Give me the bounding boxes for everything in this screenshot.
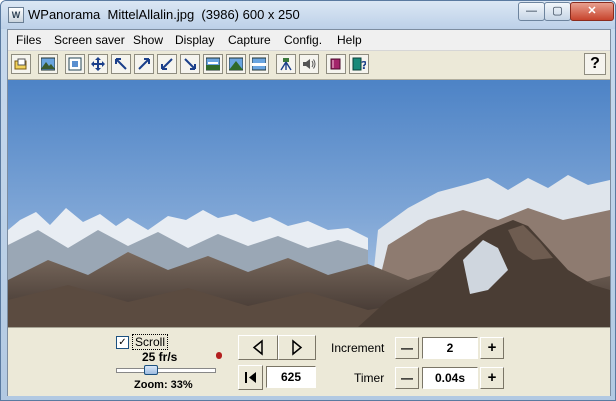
client-area: Files Screen saver Show Display Capture … xyxy=(7,29,611,396)
menu-screen-saver[interactable]: Screen saver xyxy=(54,33,125,47)
menu-show[interactable]: Show xyxy=(133,33,163,47)
menu-bar: Files Screen saver Show Display Capture … xyxy=(8,30,610,51)
help-book-button[interactable]: ? xyxy=(349,54,369,74)
scroll-right-button[interactable] xyxy=(278,335,316,360)
help-book-icon: ? xyxy=(352,57,366,71)
speaker-button[interactable] xyxy=(299,54,319,74)
open-file-button[interactable] xyxy=(11,54,31,74)
application-window: W WPanorama MittelAllalin.jpg (3986) 600… xyxy=(0,0,616,401)
panorama-view-1-icon xyxy=(206,57,220,71)
speaker-icon xyxy=(303,59,316,69)
increment-decrease-button[interactable]: — xyxy=(395,337,419,359)
panorama-image[interactable] xyxy=(8,80,610,327)
title-bar[interactable]: W WPanorama MittelAllalin.jpg (3986) 600… xyxy=(1,1,615,29)
timer-increase-button[interactable]: + xyxy=(480,367,504,389)
picture-button[interactable] xyxy=(38,54,58,74)
help-button[interactable]: ? xyxy=(584,53,606,75)
timer-decrease-button[interactable]: — xyxy=(395,367,419,389)
minimize-icon: — xyxy=(526,5,537,17)
expand-topright-button[interactable] xyxy=(134,54,154,74)
minus-icon: — xyxy=(401,371,413,385)
expand-topright-icon xyxy=(138,58,150,70)
expand-bottomright-button[interactable] xyxy=(180,54,200,74)
check-icon: ✓ xyxy=(118,337,127,348)
zoom-slider-thumb[interactable] xyxy=(144,365,159,375)
maximize-button[interactable]: ▢ xyxy=(544,2,571,21)
panorama-view-2-button[interactable] xyxy=(226,54,246,74)
app-name: WPanorama xyxy=(28,7,101,22)
skip-to-start-icon xyxy=(245,372,256,383)
panorama-view-3-button[interactable] xyxy=(249,54,269,74)
scroll-left-button[interactable] xyxy=(238,335,278,360)
scroll-checkbox[interactable]: ✓ xyxy=(116,336,129,349)
panorama-image-view xyxy=(8,80,610,327)
picture-icon xyxy=(41,57,55,71)
frame-rate: 25 fr/s xyxy=(142,350,178,364)
zoom-slider-track[interactable] xyxy=(116,368,216,373)
timer-field[interactable]: 0.04s xyxy=(422,367,478,389)
close-button[interactable]: ✕ xyxy=(570,2,614,21)
tripod-button[interactable] xyxy=(276,54,296,74)
minimize-button[interactable]: — xyxy=(518,2,545,21)
image-dimensions: (3986) 600 x 250 xyxy=(201,7,300,22)
plus-icon: + xyxy=(487,339,497,356)
maximize-icon: ▢ xyxy=(552,5,563,17)
recording-indicator-icon xyxy=(216,352,222,359)
fit-window-icon xyxy=(68,57,82,71)
plus-icon: + xyxy=(487,369,497,386)
file-name: MittelAllalin.jpg xyxy=(107,7,195,22)
open-file-icon xyxy=(14,58,27,70)
shrink-bottomleft-icon xyxy=(161,58,173,70)
menu-help[interactable]: Help xyxy=(337,33,362,47)
menu-display[interactable]: Display xyxy=(175,33,214,47)
menu-config[interactable]: Config. xyxy=(284,33,322,47)
panorama-view-3-icon xyxy=(252,57,266,71)
zoom-level: Zoom: 33% xyxy=(134,379,193,391)
move-button[interactable] xyxy=(88,54,108,74)
shrink-bottomleft-button[interactable] xyxy=(157,54,177,74)
go-to-start-button[interactable] xyxy=(238,365,263,390)
scroll-controls-panel: ✓ Scroll 25 fr/s Zoom: 33% 625 Increment… xyxy=(8,327,610,396)
expand-bottomright-icon xyxy=(184,58,196,70)
increment-label: Increment xyxy=(331,341,385,355)
shrink-topleft-icon xyxy=(115,58,127,70)
scroll-label[interactable]: Scroll xyxy=(132,334,169,350)
book-button[interactable] xyxy=(326,54,346,74)
svg-text:?: ? xyxy=(361,59,366,71)
wpanorama-app-icon[interactable]: W xyxy=(8,7,24,23)
triangle-left-icon xyxy=(252,339,263,356)
tripod-icon xyxy=(280,58,292,71)
position-field[interactable]: 625 xyxy=(266,366,316,388)
increment-field[interactable]: 2 xyxy=(422,337,478,359)
move-icon xyxy=(91,57,105,71)
panorama-view-2-icon xyxy=(229,57,243,71)
timer-label: Timer xyxy=(354,371,385,385)
fit-window-button[interactable] xyxy=(65,54,85,74)
triangle-right-icon xyxy=(292,339,303,356)
menu-capture[interactable]: Capture xyxy=(228,33,271,47)
book-icon xyxy=(330,58,341,70)
minus-icon: — xyxy=(401,341,413,355)
menu-files[interactable]: Files xyxy=(16,33,41,47)
close-icon: ✕ xyxy=(587,5,597,17)
increment-increase-button[interactable]: + xyxy=(480,337,504,359)
toolbar: ? ? xyxy=(8,51,610,80)
shrink-topleft-button[interactable] xyxy=(111,54,131,74)
window-title: WPanorama MittelAllalin.jpg (3986) 600 x… xyxy=(28,7,300,22)
panorama-view-1-button[interactable] xyxy=(203,54,223,74)
